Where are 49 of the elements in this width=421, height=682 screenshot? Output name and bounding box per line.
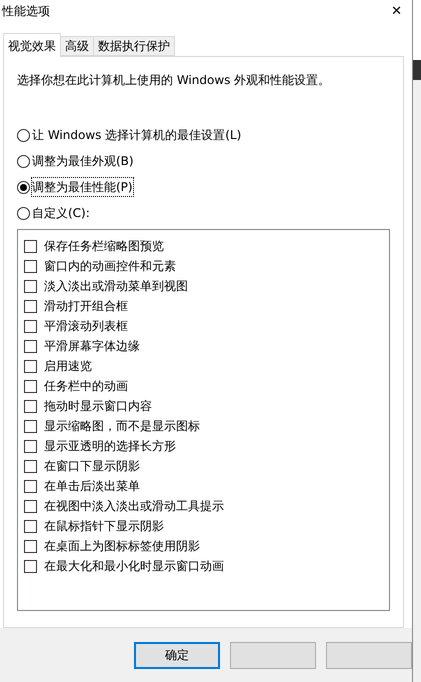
checkbox-label[interactable]: 显示缩略图，而不是显示图标	[44, 417, 200, 435]
checkbox[interactable]	[24, 520, 37, 532]
checkbox-label[interactable]: 启用速览	[44, 357, 92, 375]
checkbox-label[interactable]: 显示亚透明的选择长方形	[44, 437, 176, 455]
checkbox-label[interactable]: 任务栏中的动画	[44, 377, 128, 395]
checkbox[interactable]	[24, 400, 37, 412]
checkbox[interactable]	[24, 240, 37, 252]
checkbox-label[interactable]: 在单击后淡出菜单	[44, 477, 140, 495]
checkbox[interactable]	[24, 280, 37, 292]
checkbox[interactable]	[24, 500, 37, 512]
checkbox[interactable]	[24, 360, 37, 372]
radio-button[interactable]	[17, 180, 30, 194]
checkbox-label[interactable]: 平滑滚动列表框	[44, 317, 128, 335]
checkbox-label[interactable]: 淡入淡出或滑动菜单到视图	[44, 277, 188, 295]
close-button[interactable]: ✕	[389, 4, 404, 18]
checkbox[interactable]	[24, 420, 37, 432]
tab[interactable]: 数据执行保护	[94, 36, 175, 56]
checkbox-label[interactable]: 在最大化和最小化时显示窗口动画	[44, 557, 224, 575]
checkbox-label[interactable]: 窗口内的动画控件和元素	[44, 257, 176, 275]
checkbox[interactable]	[24, 300, 37, 312]
checkbox[interactable]	[24, 380, 37, 392]
checkbox-label[interactable]: 在桌面上为图标标签使用阴影	[44, 537, 200, 555]
checkbox-label[interactable]: 拖动时显示窗口内容	[44, 397, 152, 415]
checkbox-label[interactable]: 在视图中淡入淡出或滑动工具提示	[44, 497, 224, 515]
checkbox[interactable]	[24, 560, 37, 572]
window-title: 性能选项	[2, 3, 50, 20]
tab[interactable]: 高级	[61, 36, 94, 56]
checkbox[interactable]	[24, 340, 37, 352]
checkbox-label[interactable]: 滑动打开组合框	[44, 297, 128, 315]
description-text: 选择你想在此计算机上使用的 Windows 外观和性能设置。	[17, 72, 332, 89]
radio-label[interactable]: 调整为最佳外观(B)	[32, 152, 134, 170]
radio-label[interactable]: 让 Windows 选择计算机的最佳设置(L)	[32, 126, 242, 144]
radio-button[interactable]	[17, 206, 30, 220]
radio-button[interactable]	[17, 128, 30, 142]
checkbox[interactable]	[24, 260, 37, 272]
checkbox[interactable]	[24, 480, 37, 492]
checkbox[interactable]	[24, 460, 37, 472]
radio-label[interactable]: 调整为最佳性能(P)	[32, 178, 133, 196]
checkbox-label[interactable]: 在鼠标指针下显示阴影	[44, 517, 164, 535]
ok-button[interactable]: 确定	[134, 642, 220, 668]
checkbox[interactable]	[24, 440, 37, 452]
tab[interactable]: 视觉效果	[3, 33, 61, 57]
checkbox[interactable]	[24, 540, 37, 552]
checkbox[interactable]	[24, 320, 37, 332]
checkbox-label[interactable]: 平滑屏幕字体边缘	[44, 337, 140, 355]
radio-label[interactable]: 自定义(C):	[32, 204, 90, 222]
checkbox-label[interactable]: 在窗口下显示阴影	[44, 457, 140, 475]
checkbox-label[interactable]: 保存任务栏缩略图预览	[44, 237, 164, 255]
radio-button[interactable]	[17, 154, 30, 168]
